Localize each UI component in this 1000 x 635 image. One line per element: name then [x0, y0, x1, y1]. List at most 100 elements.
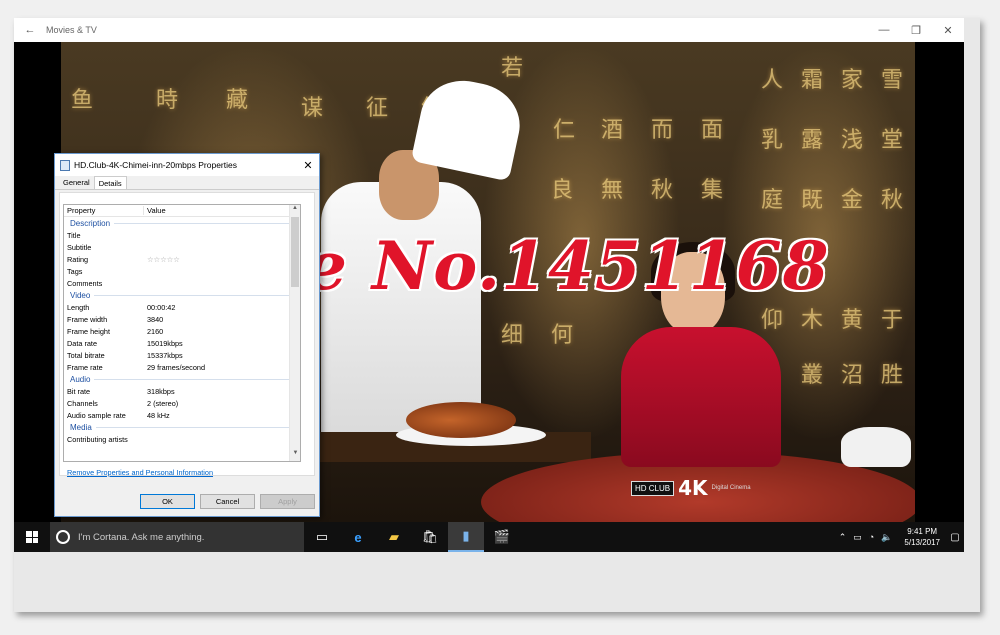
- calligraphy-glyph: 家: [841, 68, 864, 93]
- list-item[interactable]: Total bitrate 15337kbps: [64, 349, 300, 361]
- property-key: Rating: [67, 254, 89, 264]
- calligraphy-glyph: 细: [501, 323, 524, 348]
- calligraphy-glyph: 露: [801, 128, 824, 153]
- scroll-down-icon[interactable]: ▼: [290, 450, 300, 461]
- hd-club-badge: HD CLUB: [631, 480, 675, 496]
- vertical-scrollbar[interactable]: ▲ ▼: [289, 205, 300, 461]
- calligraphy-glyph: 仁: [553, 118, 576, 143]
- calligraphy-glyph: 金: [841, 188, 864, 213]
- volume-icon[interactable]: 🔈: [881, 532, 892, 543]
- clock[interactable]: 9:41 PM 5/13/2017: [898, 526, 946, 548]
- calligraphy-glyph: 秋: [651, 178, 674, 203]
- property-value: 2 (stereo): [147, 398, 179, 408]
- property-key: Length: [67, 303, 90, 313]
- back-arrow-icon[interactable]: ←: [14, 24, 46, 36]
- list-item[interactable]: Frame rate 29 frames/second: [64, 361, 300, 373]
- calligraphy-glyph: 胜: [881, 363, 904, 388]
- group-label: Audio: [70, 374, 91, 384]
- list-item[interactable]: Comments: [64, 277, 300, 289]
- cortana-icon: [56, 530, 70, 544]
- dialog-tabs: General Details: [55, 176, 319, 190]
- scroll-up-icon[interactable]: ▲: [290, 205, 300, 216]
- minimize-button[interactable]: —: [868, 24, 900, 36]
- property-value: 3840: [147, 314, 164, 324]
- calligraphy-glyph: 而: [651, 118, 674, 143]
- properties-dialog: HD.Club-4K-Chimei-inn-20mbps Properties …: [54, 153, 320, 517]
- chevron-up-icon[interactable]: ⌃: [839, 532, 847, 543]
- calligraphy-glyph: 霜: [801, 68, 824, 93]
- tab-general[interactable]: General: [59, 176, 94, 189]
- property-key: Title: [67, 231, 81, 241]
- woman-figure: [621, 327, 781, 467]
- property-list[interactable]: Property Value Description Title Subtitl…: [63, 204, 301, 462]
- list-item[interactable]: Contributing artists: [64, 434, 300, 446]
- calligraphy-glyph: 無: [601, 178, 624, 203]
- property-value: 2160: [147, 326, 164, 336]
- list-item[interactable]: Frame height 2160: [64, 325, 300, 337]
- file-explorer-icon[interactable]: ▰: [376, 522, 412, 552]
- file-icon: [60, 159, 70, 171]
- list-header: Property Value: [64, 205, 300, 217]
- list-item[interactable]: Title: [64, 230, 300, 242]
- property-key: Audio sample rate: [67, 410, 126, 420]
- edge-icon[interactable]: e: [340, 522, 376, 552]
- list-item[interactable]: Subtitle: [64, 241, 300, 253]
- store-icon[interactable]: 🛍: [412, 522, 448, 552]
- property-key: Bit rate: [67, 387, 91, 397]
- calligraphy-glyph: 既: [801, 188, 824, 213]
- apply-button[interactable]: Apply: [260, 494, 315, 509]
- logo-caption: Digital Cinema: [711, 485, 751, 491]
- property-key: Tags: [67, 266, 83, 276]
- roast-duck: [406, 402, 516, 438]
- calligraphy-glyph: 人: [761, 68, 784, 93]
- calligraphy-glyph: 乳: [761, 128, 784, 153]
- battery-icon[interactable]: ▭: [853, 532, 862, 543]
- tab-details[interactable]: Details: [93, 176, 127, 189]
- calligraphy-glyph: 木: [801, 308, 824, 333]
- close-button[interactable]: ✕: [932, 24, 964, 37]
- network-icon[interactable]: ◔: [869, 532, 874, 542]
- calligraphy-glyph: 秋: [881, 188, 904, 213]
- calligraphy-glyph: 良: [551, 178, 574, 203]
- property-value: 48 kHz: [147, 410, 170, 420]
- list-item[interactable]: Data rate 15019kbps: [64, 337, 300, 349]
- action-center-icon[interactable]: ▢: [946, 532, 964, 543]
- property-key: Subtitle: [67, 242, 92, 252]
- list-item[interactable]: Frame width 3840: [64, 314, 300, 326]
- group-label: Video: [70, 290, 91, 300]
- property-value: 29 frames/second: [147, 362, 206, 372]
- tea-set: [841, 427, 911, 467]
- start-button[interactable]: [14, 522, 50, 552]
- restore-button[interactable]: ❐: [900, 24, 932, 37]
- document-icon[interactable]: ▮: [448, 522, 484, 552]
- list-item[interactable]: Bit rate 318kbps: [64, 386, 300, 398]
- list-item[interactable]: Tags: [64, 265, 300, 277]
- column-value[interactable]: Value: [144, 206, 166, 215]
- dialog-close-button[interactable]: ✕: [297, 159, 319, 172]
- group-video: Video: [64, 289, 300, 302]
- calligraphy-glyph: 黄: [841, 308, 864, 333]
- cancel-button[interactable]: Cancel: [200, 494, 255, 509]
- list-item[interactable]: Channels 2 (stereo): [64, 397, 300, 409]
- desktop-screen: ← Movies & TV — ❐ ✕ 鱼 時 藏 谋 征 细 若 仁 酒 而 …: [14, 18, 964, 552]
- dialog-buttons: OK Cancel Apply: [55, 494, 321, 510]
- list-item[interactable]: Rating ☆☆☆☆☆: [64, 253, 300, 265]
- property-key: Frame width: [67, 314, 108, 324]
- calligraphy-glyph: 庭: [761, 188, 784, 213]
- list-item[interactable]: Length 00:00:42: [64, 302, 300, 314]
- rating-stars-icon[interactable]: ☆☆☆☆☆: [144, 255, 180, 264]
- calligraphy-glyph: 集: [701, 178, 724, 203]
- property-key: Contributing artists: [67, 435, 128, 445]
- screenshot-frame: ← Movies & TV — ❐ ✕ 鱼 時 藏 谋 征 细 若 仁 酒 而 …: [14, 18, 980, 612]
- ok-button[interactable]: OK: [140, 494, 195, 509]
- column-property[interactable]: Property: [64, 206, 144, 215]
- calligraphy-glyph: 谋: [301, 96, 324, 121]
- movies-tv-icon[interactable]: 🎬: [484, 522, 520, 552]
- calligraphy-glyph: 酒: [601, 118, 624, 143]
- scroll-thumb[interactable]: [291, 217, 299, 287]
- group-label: Media: [70, 423, 92, 433]
- remove-properties-link[interactable]: Remove Properties and Personal Informati…: [67, 468, 213, 477]
- list-item[interactable]: Audio sample rate 48 kHz: [64, 409, 300, 421]
- task-view-icon[interactable]: ▭: [304, 522, 340, 552]
- cortana-search-box[interactable]: I'm Cortana. Ask me anything.: [50, 522, 304, 552]
